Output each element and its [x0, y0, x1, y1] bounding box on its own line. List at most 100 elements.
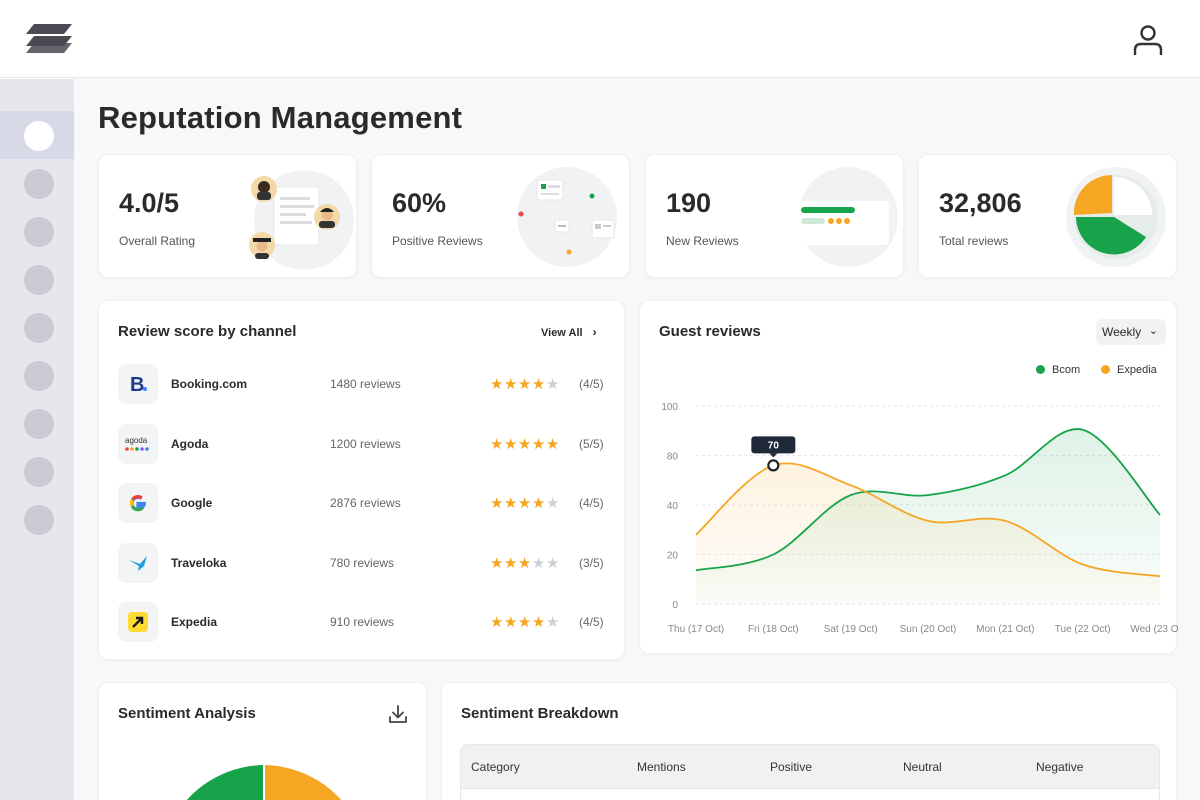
user-icon[interactable] [1131, 23, 1165, 57]
star-icon: ★ [503, 376, 518, 393]
download-icon[interactable] [387, 703, 409, 725]
star-icon: ★ [490, 376, 504, 393]
channel-row-google[interactable]: Google 2876 reviews ★★★★★ (4/5) [118, 482, 608, 524]
star-icon: ★ [517, 614, 532, 631]
star-icon: ★ [517, 495, 532, 512]
channel-score: (5/5) [579, 436, 604, 451]
sidebar-item-8[interactable] [24, 457, 54, 487]
stat-value: 190 [666, 188, 712, 218]
data-point-bcom[interactable] [1002, 472, 1008, 478]
highlight-marker[interactable] [767, 459, 780, 472]
x-tick-label: Tue (22 Oct) [1055, 624, 1111, 635]
star-icon: ★ [517, 435, 532, 453]
stat-value: 32,806 [939, 188, 1022, 218]
top-bar [0, 0, 1200, 78]
column-header-positive[interactable]: Positive [770, 760, 812, 774]
channel-review-count: 1200 reviews [330, 436, 401, 451]
data-point-expedia[interactable] [1157, 573, 1163, 579]
star-icon: ★ [517, 376, 532, 393]
sidebar-item-1[interactable] [24, 121, 54, 151]
guest-reviews-card: Guest reviews Weekly ⌄ Bcom Expedia 0 20 40… [639, 300, 1178, 654]
stat-card-overall-rating: 4.0/5 Overall Rating [98, 154, 357, 278]
tooltip-value: 70 [768, 440, 780, 451]
google-logo-icon [118, 483, 158, 523]
data-point-bcom[interactable] [770, 552, 776, 558]
data-point-bcom[interactable] [1157, 512, 1163, 518]
pie-illustration-icon [1066, 167, 1166, 267]
sentiment-breakdown-card: Sentiment Breakdown Category Mentions Po… [441, 682, 1177, 800]
channel-name: Google [171, 496, 213, 510]
channel-score: (4/5) [579, 496, 604, 510]
reviewers-illustration-icon [249, 170, 354, 270]
sentiment-analysis-card: Sentiment Analysis [98, 682, 427, 800]
pie-slice-neutral [265, 765, 342, 800]
view-all-link[interactable]: View All › [541, 325, 597, 339]
star-icon: ★ [545, 554, 560, 572]
stat-value: 4.0/5 [119, 188, 180, 218]
stat-card-new-reviews: 190 New Reviews [645, 154, 904, 278]
x-tick-label: Sat (19 Oct) [824, 624, 878, 635]
logo-icon[interactable] [24, 24, 74, 56]
star-icon: ★ [531, 495, 546, 512]
stat-label: Overall Rating [119, 234, 196, 248]
channel-row-booking-com[interactable]: B Booking.com 1480 reviews ★★★★★ (4/5) [118, 363, 608, 405]
data-point-bcom[interactable] [925, 492, 931, 498]
data-point-expedia[interactable] [925, 518, 931, 524]
x-tick-label: Wed (23 Oct) [1130, 624, 1178, 635]
star-icon: ★ [531, 614, 546, 631]
data-point-bcom[interactable] [693, 567, 699, 573]
sidebar-item-7[interactable] [24, 409, 54, 439]
column-header-category[interactable]: Category [471, 760, 520, 774]
star-icon: ★ [503, 495, 518, 512]
data-point-bcom[interactable] [848, 492, 854, 498]
sidebar-item-3[interactable] [24, 217, 54, 247]
star-rating: ★★★★★ [490, 375, 560, 393]
channel-row-expedia[interactable]: Expedia 910 reviews ★★★★★ (4/5) [118, 601, 608, 643]
chevron-right-icon: › [592, 325, 597, 339]
channel-name: Traveloka [171, 555, 227, 570]
data-point-expedia[interactable] [693, 532, 699, 538]
star-icon: ★ [531, 435, 546, 453]
star-icon: ★ [490, 435, 504, 453]
sidebar-item-5[interactable] [24, 313, 54, 343]
data-point-bcom[interactable] [1080, 427, 1086, 433]
stat-label: New Reviews [666, 234, 739, 248]
y-tick-label: 0 [672, 600, 678, 611]
data-point-expedia[interactable] [1080, 561, 1086, 567]
channel-row-traveloka[interactable]: Traveloka 780 reviews ★★★★★ (3/5) [118, 542, 608, 584]
star-icon: ★ [545, 495, 560, 512]
star-icon: ★ [503, 554, 518, 572]
sidebar-item-9[interactable] [24, 505, 54, 535]
data-point-expedia[interactable] [1002, 518, 1008, 524]
star-rating: ★★★★★ [490, 494, 560, 512]
y-tick-label: 100 [661, 402, 678, 413]
sidebar-item-4[interactable] [24, 265, 54, 295]
star-icon: ★ [490, 614, 504, 631]
table-header: Category Mentions Positive Neutral Negat… [461, 745, 1159, 789]
sidebar-item-6[interactable] [24, 361, 54, 391]
stat-card-positive-reviews: 60% Positive Reviews [371, 154, 630, 278]
pie-slice-positive [186, 765, 263, 800]
y-tick-label: 40 [667, 501, 679, 512]
x-tick-label: Fri (18 Oct) [748, 624, 799, 635]
table-row[interactable] [461, 790, 1159, 800]
x-tick-label: Sun (20 Oct) [900, 624, 957, 635]
channel-row-agoda[interactable]: agoda Agoda 1200 reviews ★★★★★ (5/5) [118, 423, 608, 465]
y-tick-label: 20 [667, 551, 679, 562]
star-icon: ★ [490, 495, 504, 512]
channel-score: (4/5) [579, 615, 604, 629]
traveloka-logo-icon [118, 542, 158, 583]
column-header-negative[interactable]: Negative [1036, 760, 1083, 774]
data-point-expedia[interactable] [848, 482, 854, 488]
column-header-neutral[interactable]: Neutral [903, 760, 942, 774]
channel-review-count: 1480 reviews [330, 377, 401, 391]
column-header-mentions[interactable]: Mentions [637, 760, 686, 774]
new-review-card-illustration-icon [797, 167, 898, 267]
view-all-label: View All [541, 327, 583, 339]
channel-review-count: 780 reviews [330, 555, 395, 570]
star-icon: ★ [531, 376, 546, 393]
sidebar-item-2[interactable] [24, 169, 54, 199]
star-icon: ★ [503, 435, 518, 453]
channel-score: (4/5) [579, 377, 604, 391]
sentiment-pie-chart [186, 765, 342, 800]
